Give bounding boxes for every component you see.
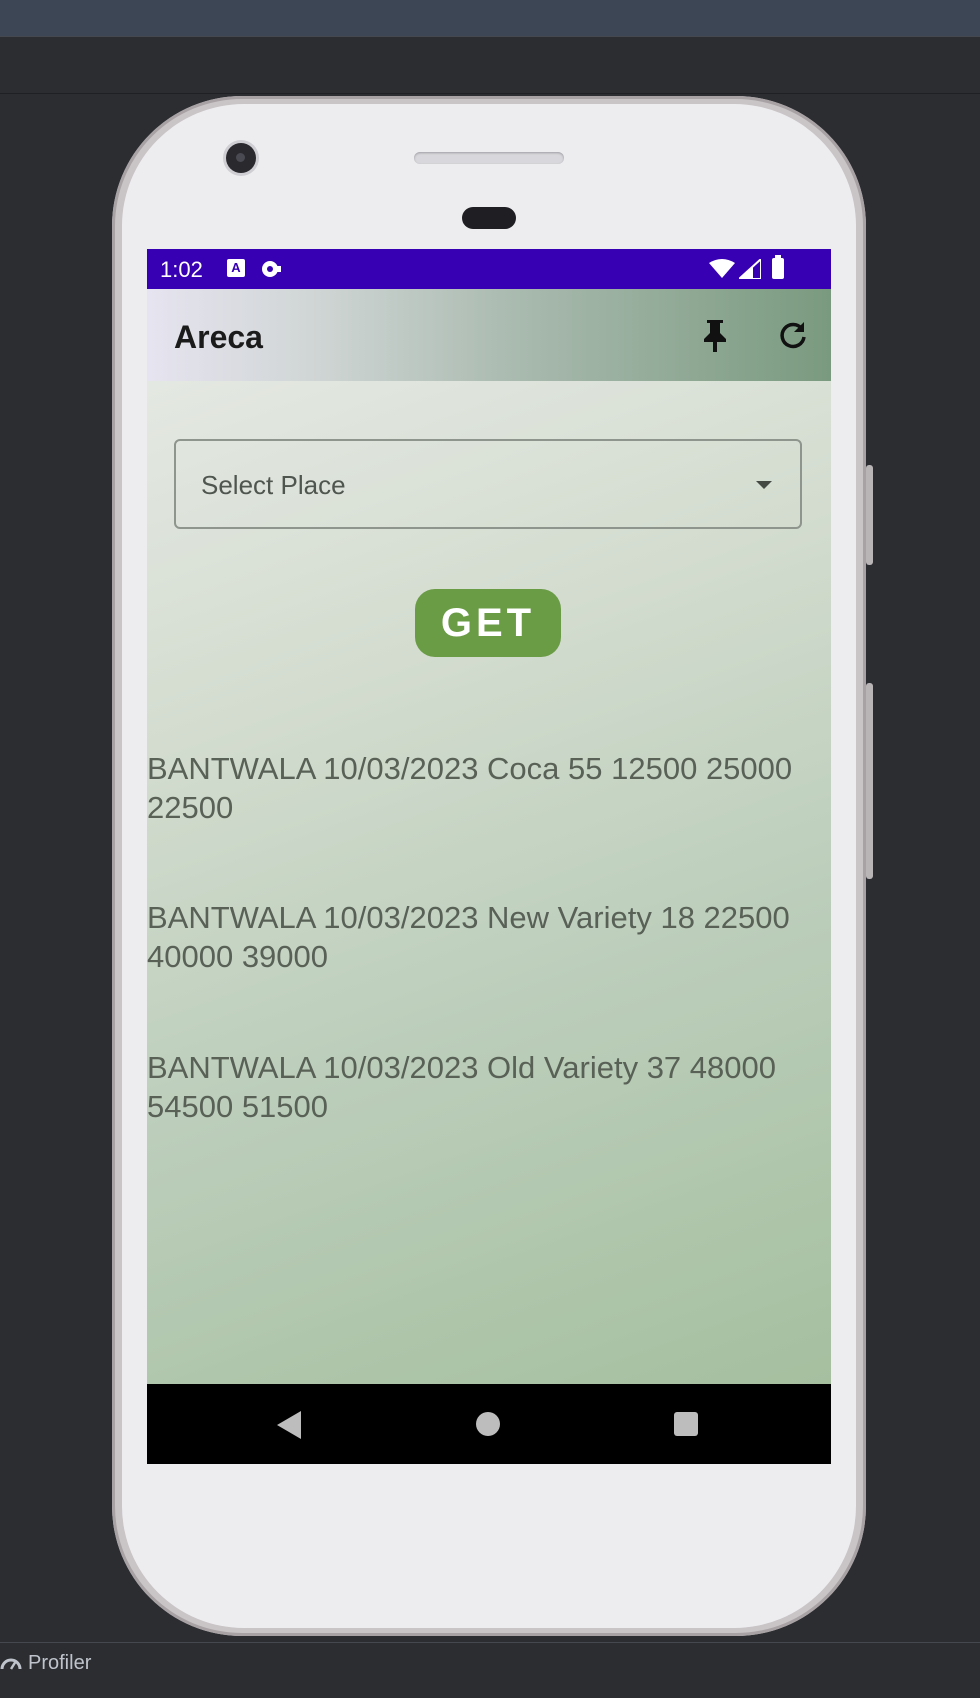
front-camera-icon	[226, 143, 256, 173]
earpiece-speaker	[414, 152, 564, 164]
app-toolbar: Areca	[147, 289, 831, 381]
app-title: Areca	[174, 319, 263, 355]
battery-icon	[772, 255, 784, 279]
navigation-bar	[147, 1384, 831, 1464]
profiler-tab[interactable]: Profiler	[0, 1651, 91, 1675]
sync-icon	[262, 261, 281, 277]
proximity-sensor	[462, 207, 516, 229]
signal-icon	[739, 259, 761, 279]
recents-icon[interactable]	[674, 1412, 698, 1436]
phone-screen: 1:02 A Areca Select Place GET BANTWALA 1…	[147, 249, 831, 1464]
result-item: BANTWALA 10/03/2023 Coca 55 12500 25000 …	[147, 751, 793, 825]
result-item: BANTWALA 10/03/2023 New Variety 18 22500…	[147, 900, 790, 974]
accessibility-icon: A	[227, 259, 245, 277]
pin-button[interactable]	[693, 313, 737, 357]
main-content: Select Place GET BANTWALA 10/03/2023 Coc…	[147, 381, 831, 1384]
dropdown-arrow-icon	[756, 481, 772, 489]
ide-toolbar	[0, 36, 980, 94]
status-time: 1:02	[160, 257, 203, 282]
wifi-icon	[709, 259, 735, 278]
refresh-icon	[780, 322, 806, 349]
pin-icon	[704, 320, 726, 352]
get-button[interactable]: GET	[415, 589, 561, 657]
back-icon[interactable]	[277, 1411, 301, 1439]
ide-bottom-bar	[0, 1642, 980, 1698]
refresh-button[interactable]	[771, 313, 815, 357]
profiler-label: Profiler	[28, 1651, 92, 1674]
gauge-icon	[0, 1658, 22, 1670]
device-power-button	[866, 465, 873, 565]
device-volume-button	[866, 683, 873, 879]
result-item: BANTWALA 10/03/2023 Old Variety 37 48000…	[147, 1050, 776, 1124]
ide-title-bar	[0, 0, 980, 36]
place-dropdown-label: Select Place	[201, 470, 346, 500]
place-dropdown[interactable]: Select Place	[174, 439, 802, 529]
status-bar: 1:02 A	[147, 249, 831, 289]
home-icon[interactable]	[476, 1412, 500, 1436]
